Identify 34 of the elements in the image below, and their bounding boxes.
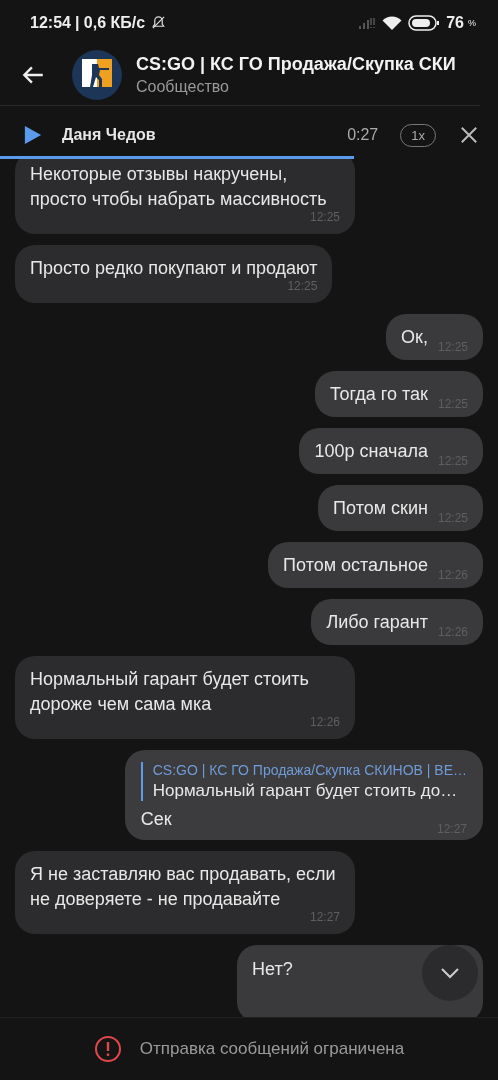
avatar-icon: [72, 50, 122, 100]
chat-subtitle: Сообщество: [136, 78, 230, 96]
clock-time: 12:54: [30, 13, 71, 32]
quoted-text: Нормальный гарант будет стоить до…: [152, 781, 459, 801]
message-text: Просто редко покупают и продают: [30, 257, 318, 280]
message-text: Тогда го так: [330, 383, 428, 406]
message-text: Нормальный гарант будет стоить дороже чем сама мка: [30, 668, 310, 716]
signal-icon: [358, 15, 377, 30]
message-text: Потом остальное: [283, 554, 428, 577]
restriction-notice: Отправка сообщений ограничена: [139, 1039, 405, 1059]
message-text: Потом скин: [333, 497, 428, 520]
message-text: Некоторые отзывы накручены, просто чтобы набрать массивность: [30, 163, 328, 211]
chevron-down-icon: [440, 967, 460, 979]
message-text: Либо гарант: [326, 611, 428, 634]
track-duration: 0:27: [347, 126, 379, 144]
track-author: Даня Чедов: [62, 126, 157, 144]
message-text: Сек: [140, 808, 172, 831]
message-text: Я не заставляю вас продавать, если не доверяете - не продавайте: [30, 863, 337, 911]
close-button[interactable]: [460, 126, 478, 144]
battery-icon: [408, 14, 441, 31]
close-icon: [460, 126, 478, 144]
battery-level: 76: [446, 13, 464, 32]
network-speed: | 0,6 КБ/с: [74, 13, 146, 32]
bell-muted-icon: [151, 15, 167, 30]
message-text: Ок,: [401, 326, 428, 349]
message-text: Нет?: [252, 959, 293, 979]
quoted-author: CS:GO | КС ГО Продажа/Скупка СКИНОВ | ВЕ…: [152, 762, 467, 778]
warning-icon: [93, 1035, 122, 1063]
wifi-icon: [382, 14, 403, 31]
play-icon: [24, 125, 42, 145]
battery-unit: %: [468, 17, 476, 28]
play-button[interactable]: [24, 125, 42, 145]
message-text: 100р сначала: [314, 440, 428, 463]
chat-title: CS:GO | КС ГО Продажа/Скупка СКИ: [136, 54, 456, 75]
